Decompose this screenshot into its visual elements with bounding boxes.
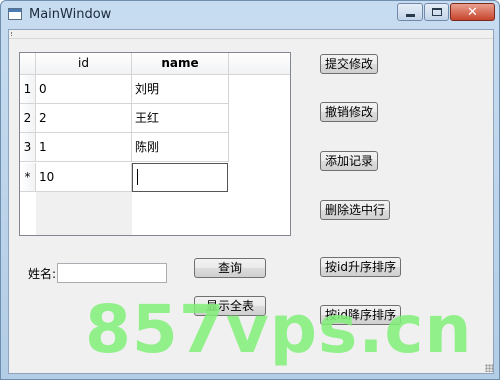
- records-table[interactable]: id name 1 0 刘明 2 2 王红 3 1 陈刚 * 10: [19, 52, 291, 236]
- query-button[interactable]: 查询: [194, 258, 266, 278]
- submit-changes-button[interactable]: 提交修改: [320, 54, 379, 74]
- close-icon: ✕: [467, 4, 478, 20]
- minimize-button[interactable]: [397, 3, 423, 21]
- window-title: MainWindow: [29, 7, 112, 22]
- table-cell-name[interactable]: 王红: [132, 104, 229, 133]
- title-bar[interactable]: MainWindow ✕: [1, 1, 499, 29]
- toolbar-grip-icon[interactable]: [11, 32, 13, 36]
- new-row-name-editor[interactable]: [132, 163, 228, 192]
- new-row-cell-id[interactable]: 10: [36, 163, 132, 192]
- close-button[interactable]: ✕: [450, 3, 495, 21]
- row-header[interactable]: 2: [20, 104, 36, 133]
- column-header-name[interactable]: name: [132, 53, 229, 75]
- text-caret: [137, 169, 138, 185]
- delete-selected-row-button[interactable]: 删除选中行: [320, 200, 391, 220]
- table-empty-area: [36, 192, 132, 235]
- minimize-icon: [405, 13, 415, 17]
- toolbar-strip: [9, 30, 493, 39]
- maximize-button[interactable]: [424, 3, 449, 21]
- main-window: MainWindow ✕ id name 1 0 刘明 2 2 王红 3 1 陈…: [0, 0, 500, 380]
- app-icon: [8, 8, 22, 20]
- watermark-text: 857vps.cn: [85, 291, 473, 368]
- sort-id-ascending-button[interactable]: 按id升序排序: [320, 257, 401, 277]
- name-label: 姓名:: [28, 267, 57, 281]
- new-row-header[interactable]: *: [20, 163, 36, 192]
- add-record-button[interactable]: 添加记录: [320, 151, 379, 171]
- row-header[interactable]: 1: [20, 75, 36, 104]
- table-cell-id[interactable]: 0: [36, 75, 132, 104]
- table-cell-name[interactable]: 刘明: [132, 75, 229, 104]
- column-header-id[interactable]: id: [36, 53, 132, 75]
- row-header[interactable]: 3: [20, 133, 36, 162]
- column-header-filler: [229, 53, 290, 75]
- maximize-icon: [431, 8, 442, 16]
- size-grip-icon[interactable]: [485, 364, 493, 372]
- table-cell-name[interactable]: 陈刚: [132, 133, 229, 162]
- table-corner-button[interactable]: [20, 53, 36, 75]
- revert-changes-button[interactable]: 撤销修改: [320, 102, 379, 122]
- table-cell-id[interactable]: 1: [36, 133, 132, 162]
- table-cell-id[interactable]: 2: [36, 104, 132, 133]
- name-search-input[interactable]: [57, 263, 167, 283]
